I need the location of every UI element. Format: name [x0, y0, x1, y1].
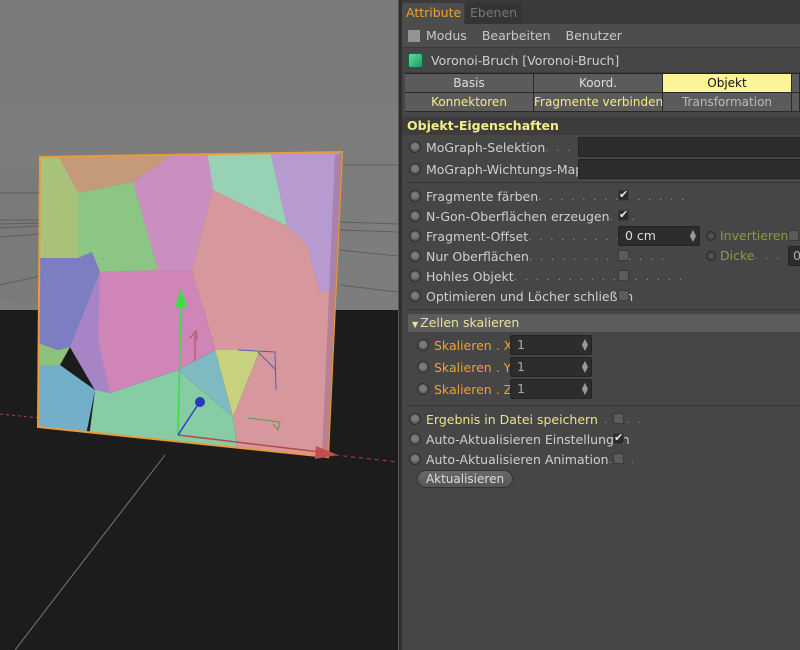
z-axis-handle-icon[interactable] [195, 397, 205, 407]
section-title: Objekt-Eigenschaften [402, 117, 800, 135]
auto-animation-checkbox[interactable] [613, 453, 624, 464]
tab-ebenen[interactable]: Ebenen [466, 3, 522, 24]
animate-radio[interactable] [409, 413, 421, 425]
stepper-icon[interactable]: ▲ ▼ [582, 360, 588, 374]
divider [406, 405, 800, 406]
divider [406, 182, 800, 183]
ngon-row: N-Gon-Oberflächen erzeugen . . . [402, 206, 800, 226]
ngon-checkbox[interactable] [618, 208, 629, 221]
menu-bar: Modus Bearbeiten Benutzer [402, 24, 800, 48]
tab-attribute[interactable]: Attribute [402, 3, 464, 24]
fragmente-faerben-checkbox[interactable] [618, 188, 629, 201]
dicke-label: Dicke [720, 248, 755, 263]
stepper-icon[interactable]: ▲ ▼ [582, 338, 588, 352]
hohles-objekt-row: Hohles Objekt . . . . . . . . . . . . . … [402, 266, 800, 286]
tab-objekt[interactable]: Objekt [663, 74, 792, 93]
skalieren-y-input[interactable]: 1 ▲ ▼ [510, 357, 592, 377]
nur-oberflaechen-row: Nur Oberflächen . . . . . . . . . . . . … [402, 246, 800, 266]
grip-icon[interactable] [408, 29, 420, 42]
dicke-input[interactable]: 0 [788, 246, 800, 266]
mograph-weightmap-field[interactable] [578, 159, 800, 179]
ergebnis-checkbox[interactable] [613, 413, 624, 424]
skalieren-y-row: Skalieren . Y 1 ▲ ▼ [402, 356, 800, 378]
animate-radio[interactable] [409, 210, 421, 222]
collapse-triangle-icon[interactable]: ▼ [412, 320, 418, 329]
animate-radio[interactable] [706, 251, 716, 261]
mograph-weightmap-label: MoGraph-Wichtungs-Map [426, 161, 584, 177]
stepper-icon[interactable]: ▲ ▼ [690, 229, 696, 243]
invertieren-label: Invertieren [720, 228, 789, 243]
ergebnis-row: Ergebnis in Datei speichern . . . . [402, 409, 800, 429]
animate-radio[interactable] [409, 270, 421, 282]
divider [406, 309, 800, 310]
mograph-selection-field[interactable] [578, 137, 800, 157]
animate-radio[interactable] [409, 163, 421, 175]
hohles-objekt-checkbox[interactable] [618, 270, 629, 281]
auto-einstellungen-row: Auto-Aktualisieren Einstellungen [402, 429, 800, 449]
auto-animation-row: Auto-Aktualisieren Animation . . . [402, 449, 800, 469]
menu-modus[interactable]: Modus [426, 28, 467, 43]
skalieren-z-input[interactable]: 1 ▲ ▼ [510, 379, 592, 399]
animate-radio[interactable] [409, 250, 421, 262]
animate-radio[interactable] [409, 141, 421, 153]
nur-oberflaechen-checkbox[interactable] [618, 250, 629, 261]
invertieren-checkbox[interactable] [788, 230, 799, 241]
tab-overflow-2[interactable] [792, 93, 800, 112]
property-tabs: Basis Koord. Objekt Konnektoren Fragment… [405, 73, 800, 112]
tab-basis[interactable]: Basis [405, 74, 534, 93]
menu-benutzer[interactable]: Benutzer [566, 28, 622, 43]
voronoi-cube-icon [408, 52, 423, 68]
mograph-selection-row: MoGraph-Selektion . . . . . . [402, 137, 800, 157]
animate-radio[interactable] [409, 290, 421, 302]
tab-koord[interactable]: Koord. [534, 74, 663, 93]
zellen-skalieren-group[interactable]: ▼ Zellen skalieren [408, 314, 800, 332]
skalieren-x-row: Skalieren . X 1 ▲ ▼ [402, 334, 800, 356]
tab-transformation[interactable]: Transformation [663, 93, 792, 112]
aktualisieren-button[interactable]: Aktualisieren [417, 470, 513, 488]
fragmente-faerben-row: Fragmente färben . . . . . . . . . . . .… [402, 186, 800, 206]
animate-radio[interactable] [706, 231, 716, 241]
menu-bearbeiten[interactable]: Bearbeiten [482, 28, 551, 43]
skalieren-z-row: Skalieren . Z 1 ▲ ▼ [402, 378, 800, 400]
attribute-manager: Attribute Ebenen Modus Bearbeiten Benutz… [402, 0, 800, 650]
3d-viewport[interactable] [0, 0, 398, 650]
panel-tabbar: Attribute Ebenen [402, 0, 800, 24]
tab-konnektoren[interactable]: Konnektoren [405, 93, 534, 112]
skalieren-x-input[interactable]: 1 ▲ ▼ [510, 335, 592, 355]
animate-radio[interactable] [409, 433, 421, 445]
fragment-offset-row: Fragment-Offset . . . . . . . . . . . . … [402, 226, 800, 246]
animate-radio[interactable] [409, 453, 421, 465]
animate-radio[interactable] [417, 383, 429, 395]
mograph-weightmap-row: MoGraph-Wichtungs-Map [402, 159, 800, 179]
auto-einstellungen-checkbox[interactable] [613, 431, 624, 444]
mograph-selection-label: MoGraph-Selektion [426, 139, 546, 155]
fragment-offset-input[interactable]: 0 cm ▲ ▼ [618, 226, 700, 246]
animate-radio[interactable] [409, 230, 421, 242]
optimieren-checkbox[interactable] [618, 290, 629, 301]
viewport-scene [0, 0, 398, 650]
optimieren-row: Optimieren und Löcher schließen [402, 286, 800, 306]
animate-radio[interactable] [409, 190, 421, 202]
object-header: Voronoi-Bruch [Voronoi-Bruch] [402, 48, 800, 73]
voronoi-plate[interactable] [30, 150, 350, 470]
button-row: Aktualisieren [402, 469, 800, 491]
tab-fragmente-verbinden[interactable]: Fragmente verbinden [534, 93, 663, 112]
stepper-icon[interactable]: ▲ ▼ [582, 382, 588, 396]
animate-radio[interactable] [417, 339, 429, 351]
animate-radio[interactable] [417, 361, 429, 373]
object-name: Voronoi-Bruch [Voronoi-Bruch] [431, 52, 620, 68]
tab-overflow[interactable] [792, 74, 800, 93]
